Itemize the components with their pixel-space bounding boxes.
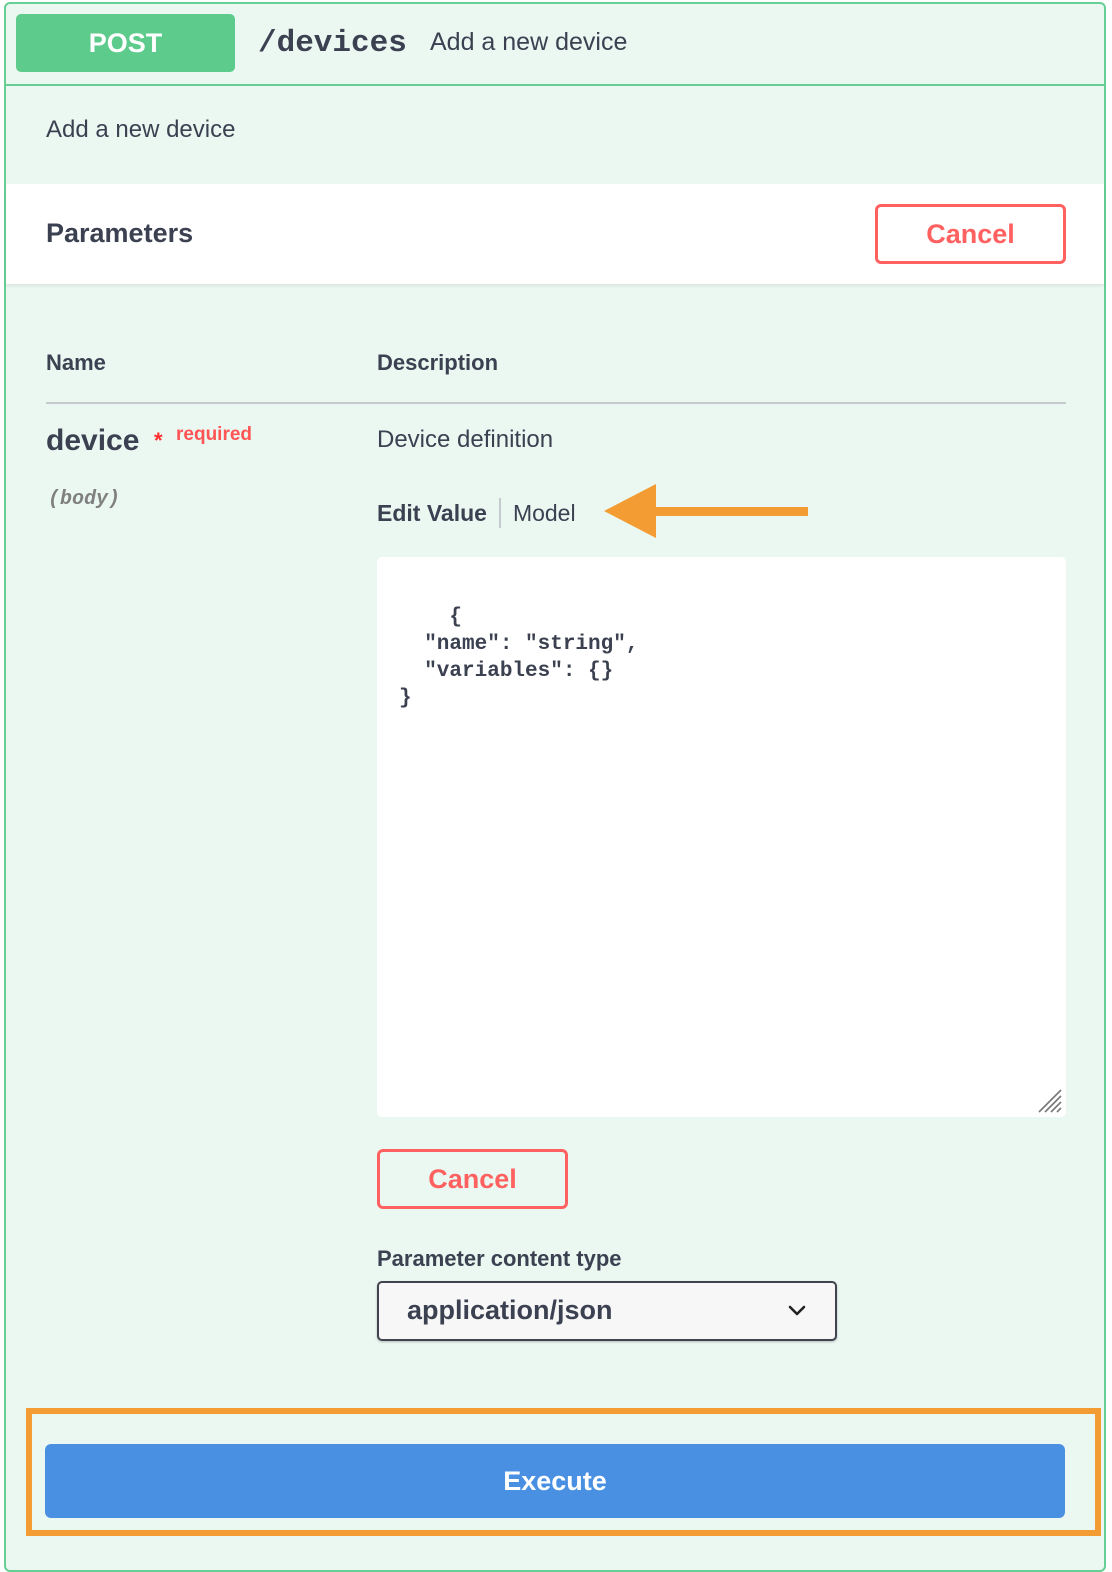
parameters-title: Parameters: [46, 218, 194, 248]
left-arrow-annotation-icon: [604, 484, 808, 538]
column-header-name: Name: [46, 350, 106, 375]
parameter-description: Device definition: [377, 426, 554, 453]
body-tabs: Edit Value Model: [377, 496, 576, 530]
body-cancel-button[interactable]: Cancel: [377, 1149, 568, 1209]
required-star: *: [154, 428, 163, 453]
tab-model[interactable]: Model: [513, 500, 576, 527]
resize-handle-icon[interactable]: [1036, 1087, 1062, 1113]
operation-summary[interactable]: POST /devices Add a new device: [6, 4, 1104, 86]
parameter-location: (body): [48, 488, 121, 511]
chevron-down-icon: [788, 1305, 806, 1316]
endpoint-path: /devices: [258, 26, 407, 61]
method-badge: POST: [16, 14, 235, 72]
content-type-select[interactable]: application/json: [377, 1281, 837, 1341]
tab-divider: [498, 498, 501, 528]
parameters-header: Parameters Cancel: [6, 184, 1104, 284]
body-editor-content: { "name": "string", "variables": {} }: [399, 606, 639, 710]
header-divider: [46, 402, 1066, 404]
column-header-description: Description: [377, 350, 499, 375]
tab-edit-value[interactable]: Edit Value: [377, 500, 487, 527]
content-type-value: application/json: [407, 1295, 613, 1325]
try-out-cancel-button[interactable]: Cancel: [875, 204, 1066, 264]
required-label: required: [176, 424, 253, 445]
summary-description: Add a new device: [430, 28, 628, 56]
operation-description: Add a new device: [46, 116, 236, 143]
operation-block: POST /devices Add a new device Add a new…: [4, 2, 1106, 1572]
content-type-label: Parameter content type: [377, 1246, 622, 1271]
execute-button[interactable]: Execute: [45, 1444, 1065, 1518]
parameter-name: device: [46, 424, 140, 457]
body-editor-textarea[interactable]: { "name": "string", "variables": {} }: [377, 557, 1066, 1117]
